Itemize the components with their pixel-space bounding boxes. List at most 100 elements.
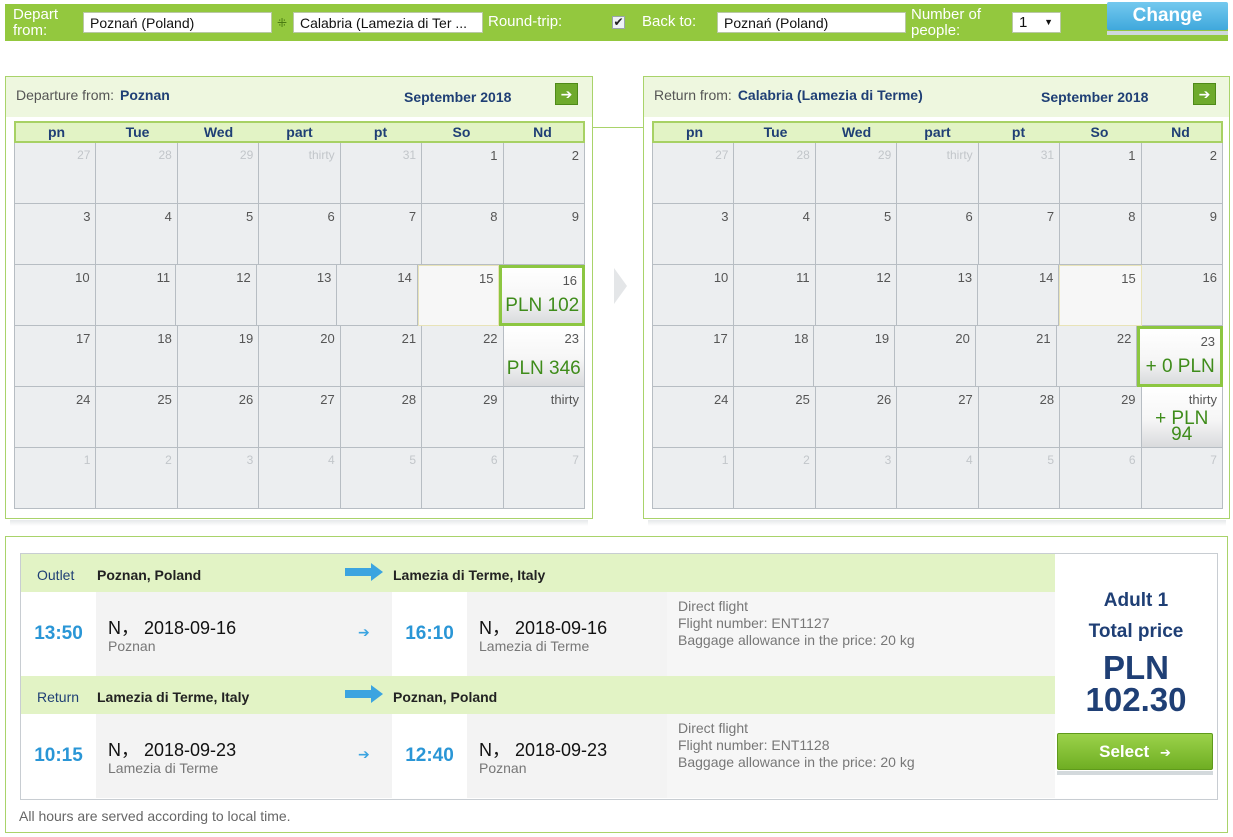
calendar-day[interactable]: 7 [1141, 448, 1223, 509]
day-number: 13 [957, 270, 973, 285]
calendar-day[interactable]: thirty [503, 387, 585, 448]
calendar-day[interactable]: 24 [653, 387, 735, 448]
calendar-day[interactable]: 9 [503, 204, 585, 265]
calendar-day[interactable]: 1 [422, 143, 504, 204]
calendar-day[interactable]: 28 [96, 143, 178, 204]
calendar-day[interactable]: 2 [96, 448, 178, 509]
panel-shadow [10, 520, 588, 526]
calendar-day[interactable]: 20 [259, 326, 341, 387]
calendar-day[interactable]: 11 [734, 265, 816, 326]
departure-next-month-button[interactable]: ➔ [555, 83, 578, 105]
calendar-day[interactable]: 16 [1141, 265, 1223, 326]
calendar-day[interactable]: 5 [978, 448, 1061, 509]
calendar-day[interactable]: 24 [15, 387, 97, 448]
calendar-day[interactable]: 21 [340, 326, 423, 387]
calendar-day[interactable]: 11 [95, 265, 177, 326]
calendar-day[interactable]: 26 [177, 387, 260, 448]
calendar-day[interactable]: 29 [422, 387, 504, 448]
calendar-day[interactable]: 27 [15, 143, 97, 204]
calendar-day[interactable]: 10 [15, 265, 96, 326]
calendar-day[interactable]: 7 [503, 448, 585, 509]
calendar-day[interactable]: 29 [1060, 387, 1142, 448]
calendar-day[interactable]: 31 [978, 143, 1061, 204]
calendar-day[interactable]: 8 [1060, 204, 1142, 265]
calendar-day[interactable]: 22 [1056, 326, 1138, 387]
calendar-day[interactable]: 5 [815, 204, 898, 265]
calendar-day[interactable]: 15 [1059, 265, 1142, 326]
calendar-day[interactable]: 12 [176, 265, 257, 326]
calendar-day[interactable]: 12 [815, 265, 897, 326]
calendar-day[interactable]: 19 [814, 326, 896, 387]
calendar-day[interactable]: 3 [15, 204, 97, 265]
calendar-day[interactable]: 2 [734, 448, 816, 509]
return-next-month-button[interactable]: ➔ [1193, 83, 1216, 105]
calendar-day[interactable]: 6 [422, 448, 504, 509]
calendar-day[interactable]: thirty + PLN 94 [1141, 387, 1223, 448]
calendar-day[interactable]: 13 [896, 265, 979, 326]
roundtrip-label: Round-trip: [488, 13, 563, 30]
from-input[interactable]: Poznań (Poland) [83, 12, 272, 33]
calendar-day[interactable]: 17 [653, 326, 734, 387]
calendar-day[interactable]: 1 [15, 448, 97, 509]
calendar-day[interactable]: 1 [653, 448, 735, 509]
calendar-day[interactable]: 7 [340, 204, 423, 265]
calendar-day[interactable]: 20 [895, 326, 976, 387]
calendar-day[interactable]: 3 [653, 204, 735, 265]
calendar-day[interactable]: thirty [897, 143, 979, 204]
calendar-day[interactable]: 6 [259, 204, 341, 265]
roundtrip-checkbox[interactable]: ✔ [612, 16, 625, 29]
calendar-week-row: 3 4 5 6 7 8 9 [15, 204, 585, 265]
calendar-day[interactable]: 28 [978, 387, 1061, 448]
day-price: PLN 102 [505, 295, 580, 316]
calendar-day[interactable]: 27 [259, 387, 341, 448]
calendar-day[interactable]: 23 + 0 PLN [1137, 326, 1224, 387]
calendar-day[interactable]: 4 [734, 204, 816, 265]
calendar-day[interactable]: 9 [1141, 204, 1223, 265]
calendar-day[interactable]: 4 [96, 204, 178, 265]
calendar-day[interactable]: 2 [503, 143, 585, 204]
change-button[interactable]: Change [1107, 2, 1228, 30]
calendar-day[interactable]: 13 [256, 265, 338, 326]
calendar-day[interactable]: 18 [733, 326, 815, 387]
back-to-input[interactable]: Poznań (Poland) [717, 12, 906, 33]
people-select[interactable]: 1 ▼ [1012, 12, 1061, 33]
calendar-day[interactable]: 14 [337, 265, 418, 326]
to-input[interactable]: Calabria (Lamezia di Ter ... [293, 12, 483, 33]
swap-icon[interactable]: ⁜ [277, 16, 287, 30]
calendar-day[interactable]: 14 [978, 265, 1060, 326]
calendar-day[interactable]: 17 [15, 326, 97, 387]
calendar-day[interactable]: 27 [653, 143, 735, 204]
calendar-day[interactable]: 2 [1141, 143, 1223, 204]
calendar-day[interactable]: 19 [177, 326, 260, 387]
departure-grid: pn Tue Wed part pt So Nd 27 28 29 thirty 31 1… [14, 121, 586, 509]
calendar-day[interactable]: 28 [340, 387, 423, 448]
calendar-day[interactable]: 10 [653, 265, 735, 326]
calendar-day[interactable]: 25 [96, 387, 178, 448]
calendar-day[interactable]: 5 [177, 204, 260, 265]
calendar-day[interactable]: 6 [1060, 448, 1142, 509]
calendar-day[interactable]: 21 [975, 326, 1057, 387]
calendar-day[interactable]: 6 [897, 204, 979, 265]
calendar-day[interactable]: 8 [422, 204, 504, 265]
calendar-day[interactable]: 4 [897, 448, 979, 509]
calendar-day[interactable]: 28 [734, 143, 816, 204]
calendar-day[interactable]: 29 [177, 143, 260, 204]
calendar-day[interactable]: 31 [340, 143, 423, 204]
calendar-day[interactable]: 5 [340, 448, 423, 509]
calendar-day[interactable]: 4 [259, 448, 341, 509]
calendar-day[interactable]: 26 [815, 387, 898, 448]
calendar-day[interactable]: 23 PLN 346 [503, 326, 585, 387]
calendar-day[interactable]: 25 [734, 387, 816, 448]
calendar-day[interactable]: 16 PLN 102 [499, 265, 586, 326]
calendar-day[interactable]: 18 [96, 326, 178, 387]
calendar-day[interactable]: 15 [417, 265, 500, 326]
calendar-day[interactable]: 3 [815, 448, 898, 509]
calendar-day[interactable]: 29 [815, 143, 898, 204]
calendar-day[interactable]: 27 [897, 387, 979, 448]
calendar-day[interactable]: 7 [978, 204, 1061, 265]
calendar-day[interactable]: 1 [1060, 143, 1142, 204]
select-button[interactable]: Select ➔ [1057, 733, 1213, 770]
calendar-day[interactable]: 22 [422, 326, 504, 387]
calendar-day[interactable]: thirty [259, 143, 341, 204]
calendar-day[interactable]: 3 [177, 448, 260, 509]
